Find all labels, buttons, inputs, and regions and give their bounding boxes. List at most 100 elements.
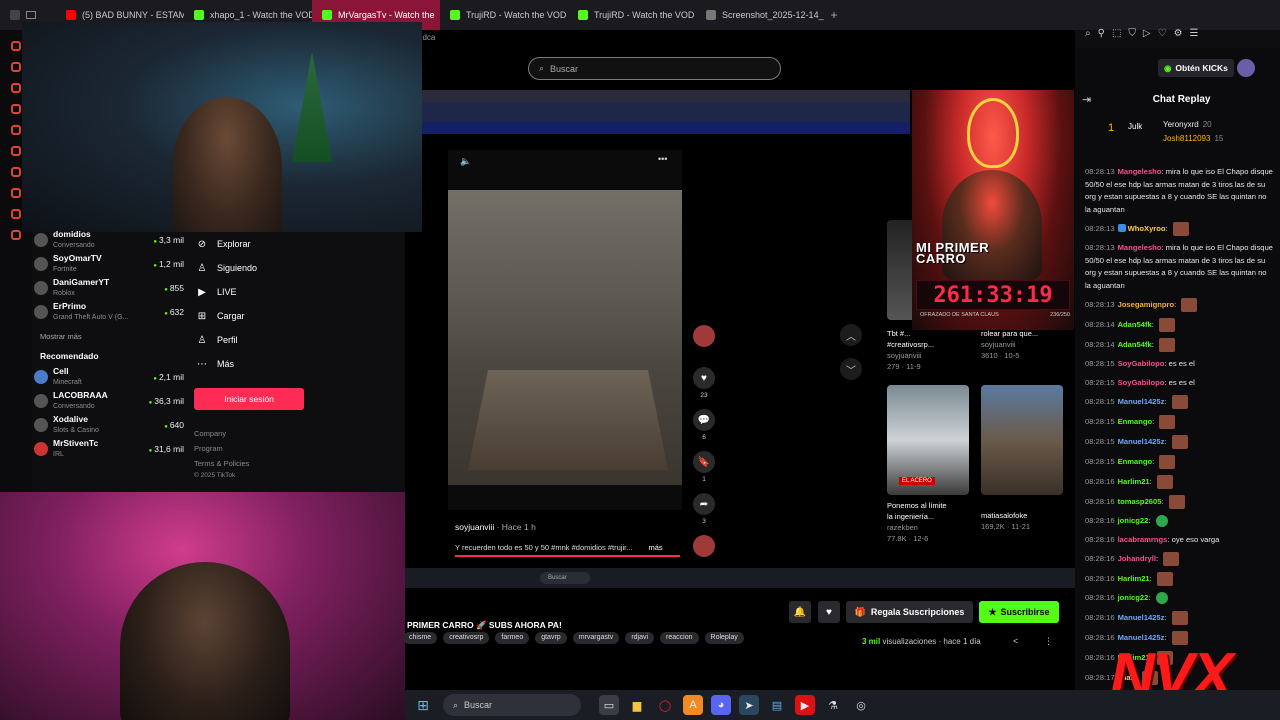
- chat-message[interactable]: 08:28:16 Harlim21:: [1085, 475, 1273, 489]
- chat-username[interactable]: Harlim21: [1118, 574, 1150, 583]
- menu-item-following[interactable]: ♙ Siguiendo: [192, 256, 322, 280]
- notepad-icon[interactable]: ▤: [767, 695, 787, 715]
- chat-message[interactable]: 08:28:13 WhoXyroo:: [1085, 222, 1273, 236]
- discord-icon[interactable]: ◕: [711, 695, 731, 715]
- tag[interactable]: gtavrp: [535, 632, 567, 644]
- login-button[interactable]: Iniciar sesión: [194, 388, 304, 410]
- chat-username[interactable]: Enmango: [1118, 417, 1153, 426]
- rail-icon[interactable]: [11, 188, 21, 198]
- following-item[interactable]: SoyOmarTV Fortnite 1,2 mil: [34, 252, 184, 276]
- chat-message[interactable]: 08:28:13 Mangelesho: mira lo que iso El C…: [1085, 242, 1273, 292]
- chat-username[interactable]: WhoXyroo: [1128, 224, 1166, 233]
- chat-username[interactable]: jonicg22: [1118, 516, 1149, 525]
- chat-username[interactable]: Mangelesho: [1118, 243, 1162, 252]
- tag[interactable]: farmeo: [495, 632, 530, 644]
- rail-icon[interactable]: [11, 209, 21, 219]
- bookmark-icon[interactable]: 🔖: [693, 451, 715, 473]
- chat-username[interactable]: Manuel1425z: [1118, 437, 1165, 446]
- opera-icon[interactable]: ◯: [655, 695, 675, 715]
- music-disc-icon[interactable]: [693, 535, 715, 557]
- previous-video-button[interactable]: ︿: [840, 324, 862, 346]
- rail-icon[interactable]: [11, 83, 21, 93]
- caption-more-link[interactable]: más: [648, 543, 662, 552]
- tag[interactable]: reaccion: [660, 632, 699, 644]
- chat-message[interactable]: 08:28:15 Enmango:: [1085, 455, 1273, 469]
- next-video-button[interactable]: ﹀: [840, 358, 862, 380]
- menu-item-upload[interactable]: ⊞ Cargar: [192, 304, 322, 328]
- chat-username[interactable]: SoyGabilopo: [1118, 378, 1165, 387]
- recommended-item[interactable]: Cell Minecraft 2,1 mil: [34, 365, 184, 389]
- tag[interactable]: mrvargastv: [572, 632, 620, 644]
- tag[interactable]: chisme: [403, 632, 438, 644]
- user-avatar[interactable]: [1237, 59, 1255, 77]
- media-icon[interactable]: ▶: [795, 695, 815, 715]
- chat-message[interactable]: 08:28:16 lacabramrngs: oye eso varga: [1085, 534, 1273, 547]
- new-tab-button[interactable]: +: [824, 8, 844, 22]
- get-kicks-button[interactable]: ◉ Obtén KICKs: [1158, 59, 1234, 77]
- kebab-menu-icon[interactable]: ⋮: [1044, 636, 1053, 647]
- chat-message[interactable]: 08:28:15 Manuel1425z:: [1085, 435, 1273, 449]
- share-icon[interactable]: <: [1013, 636, 1018, 646]
- chat-message[interactable]: 08:28:15 SoyGabilopo: es es el: [1085, 358, 1273, 371]
- video-progress-bar[interactable]: [455, 555, 680, 557]
- chat-username[interactable]: Josegamignpro: [1118, 300, 1175, 309]
- chat-message[interactable]: 08:28:16 Manuel1425z:: [1085, 610, 1273, 625]
- chat-username[interactable]: Harlim21: [1118, 477, 1150, 486]
- tag[interactable]: Roleplay: [704, 632, 744, 644]
- creator-avatar[interactable]: [693, 325, 715, 347]
- chat-message[interactable]: 08:28:16 Harlim21:: [1085, 572, 1273, 586]
- footer-link[interactable]: Company: [194, 426, 322, 441]
- video-author[interactable]: soyjuanviii · Hace 1 h: [455, 522, 536, 532]
- rail-icon[interactable]: [11, 62, 21, 72]
- recommended-item[interactable]: LACOBRAAA Conversando 36,3 mil: [34, 389, 184, 413]
- chat-message[interactable]: 08:28:16 jonicg22:: [1085, 515, 1273, 528]
- recommended-item[interactable]: Xodalive Slots & Casino 640: [34, 413, 184, 437]
- chat-username[interactable]: lacabramrngs: [1118, 535, 1168, 544]
- windows-start-icon[interactable]: ⊞: [411, 693, 435, 717]
- follow-heart-button[interactable]: ♥: [818, 601, 840, 623]
- chat-message[interactable]: 08:28:13 Josegamignpro:: [1085, 298, 1273, 312]
- app-icon[interactable]: A: [683, 695, 703, 715]
- chat-message[interactable]: 08:28:13 Mangelesho: mira lo que iso El C…: [1085, 166, 1273, 216]
- like-icon[interactable]: ♥: [693, 367, 715, 389]
- chat-username[interactable]: Adan54fk: [1118, 340, 1152, 349]
- chat-username[interactable]: Manuel1425z: [1118, 397, 1165, 406]
- pin-icon[interactable]: ⚲: [1098, 28, 1105, 39]
- menu-item-more[interactable]: ⋯ Más: [192, 352, 322, 376]
- taskbar-search[interactable]: ⌕ Buscar: [443, 694, 581, 716]
- footer-link[interactable]: Program: [194, 441, 322, 456]
- browser-tab[interactable]: TrujiRD - Watch the VOD: [440, 0, 568, 30]
- menu-icon[interactable]: ☰: [1190, 28, 1199, 39]
- related-video-item[interactable]: rolear para que... soyjuanviii 3610 · 10…: [981, 328, 1066, 361]
- chat-username[interactable]: tomasp2605: [1118, 497, 1162, 506]
- video-thumbnail[interactable]: [981, 385, 1063, 495]
- play-icon[interactable]: ▷: [1143, 28, 1151, 39]
- tag[interactable]: rdjavi: [625, 632, 655, 644]
- chat-username[interactable]: Adan54fk: [1118, 320, 1152, 329]
- following-item[interactable]: ErPrimo Grand Theft Auto V (G... 632: [34, 300, 184, 324]
- browser-tab[interactable]: Screenshot_2025-12-14_: [696, 0, 824, 30]
- chat-username[interactable]: SoyGabilopo: [1118, 359, 1165, 368]
- menu-item-profile[interactable]: ♙ Perfil: [192, 328, 322, 352]
- heart-icon[interactable]: ♡: [1158, 28, 1167, 39]
- footer-link[interactable]: Terms & Policies: [194, 456, 322, 471]
- shield-icon[interactable]: ⛉: [1128, 28, 1136, 39]
- rail-icon[interactable]: [11, 125, 21, 135]
- rail-icon[interactable]: [11, 41, 21, 51]
- chat-username[interactable]: Manuel1425z: [1118, 613, 1165, 622]
- gift-subs-button[interactable]: 🎁 Regala Suscripciones: [846, 601, 973, 623]
- tool-icon[interactable]: ⚗: [823, 695, 843, 715]
- chat-username[interactable]: Enmango: [1118, 457, 1153, 466]
- chat-message[interactable]: 08:28:16 Johandryll:: [1085, 552, 1273, 566]
- subscribe-button[interactable]: ★ Suscribirse: [979, 601, 1059, 623]
- video-thumbnail[interactable]: EL ACERO: [887, 385, 969, 495]
- chat-message[interactable]: 08:28:15 Enmango:: [1085, 415, 1273, 429]
- crop-icon[interactable]: ⬚: [1112, 28, 1121, 39]
- chat-message[interactable]: 08:28:16 jonicg22:: [1085, 592, 1273, 605]
- task-view-icon[interactable]: ▭: [599, 695, 619, 715]
- menu-item-explore[interactable]: ⊘ Explorar: [192, 232, 322, 256]
- chat-username[interactable]: Johandryll: [1118, 554, 1156, 563]
- related-video-item[interactable]: matiasalofoke 169,2K · 11-21: [981, 510, 1066, 532]
- rail-icon[interactable]: [11, 230, 21, 240]
- rail-icon[interactable]: [11, 167, 21, 177]
